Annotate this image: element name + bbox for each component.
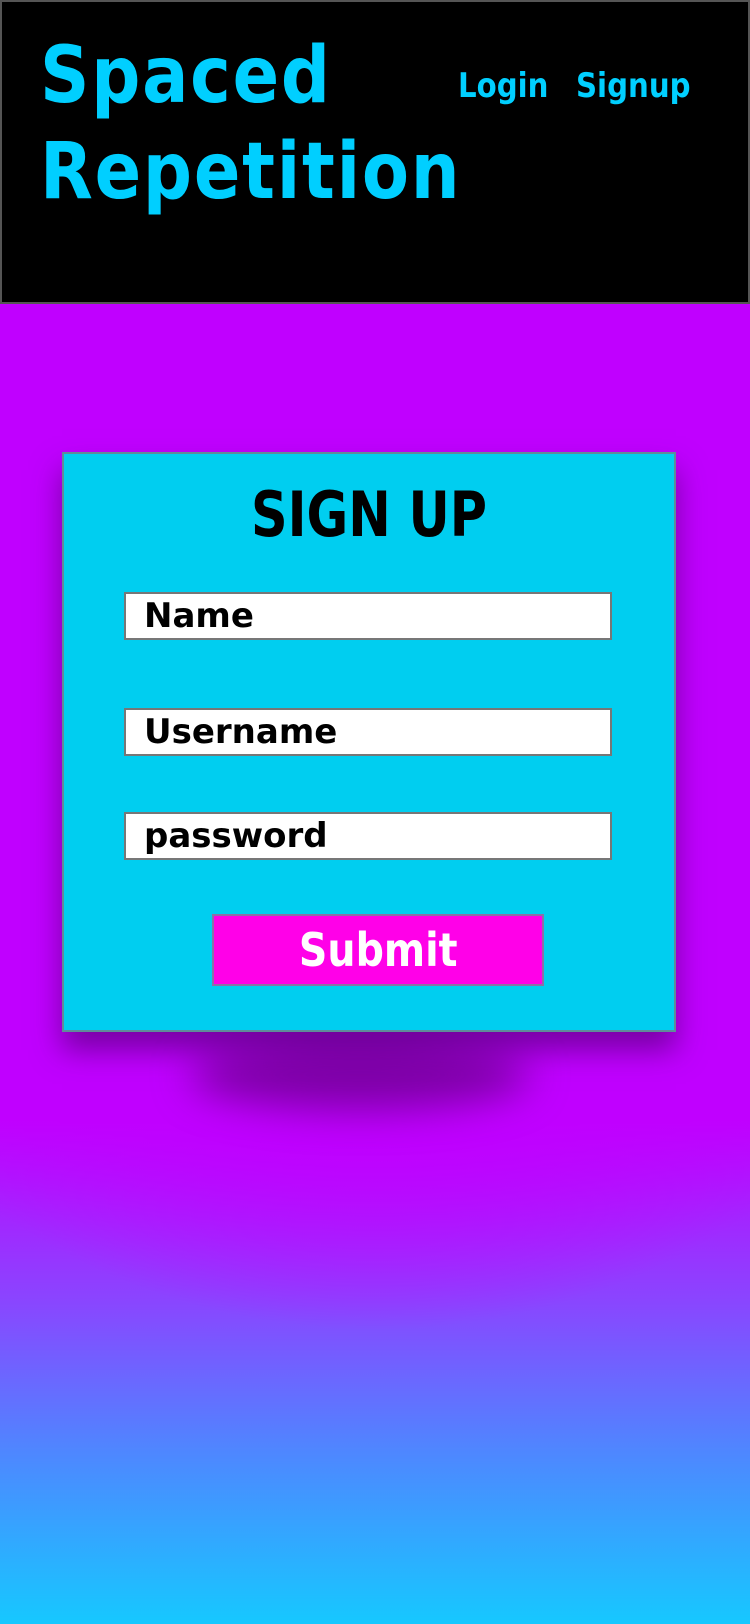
site-header: Spaced Repetition Login Signup <box>0 0 750 304</box>
signup-card: SIGN UP Submit <box>62 452 676 1032</box>
username-field[interactable] <box>124 708 612 756</box>
signup-heading: SIGN UP <box>250 478 488 551</box>
signup-link[interactable]: Signup <box>576 66 691 106</box>
submit-button-label: Submit <box>298 923 458 977</box>
password-field[interactable] <box>124 812 612 860</box>
login-link[interactable]: Login <box>458 66 549 106</box>
name-field[interactable] <box>124 592 612 640</box>
card-shadow <box>190 1040 530 1110</box>
submit-button[interactable]: Submit <box>212 914 544 986</box>
app-title: Spaced Repetition <box>40 31 462 217</box>
